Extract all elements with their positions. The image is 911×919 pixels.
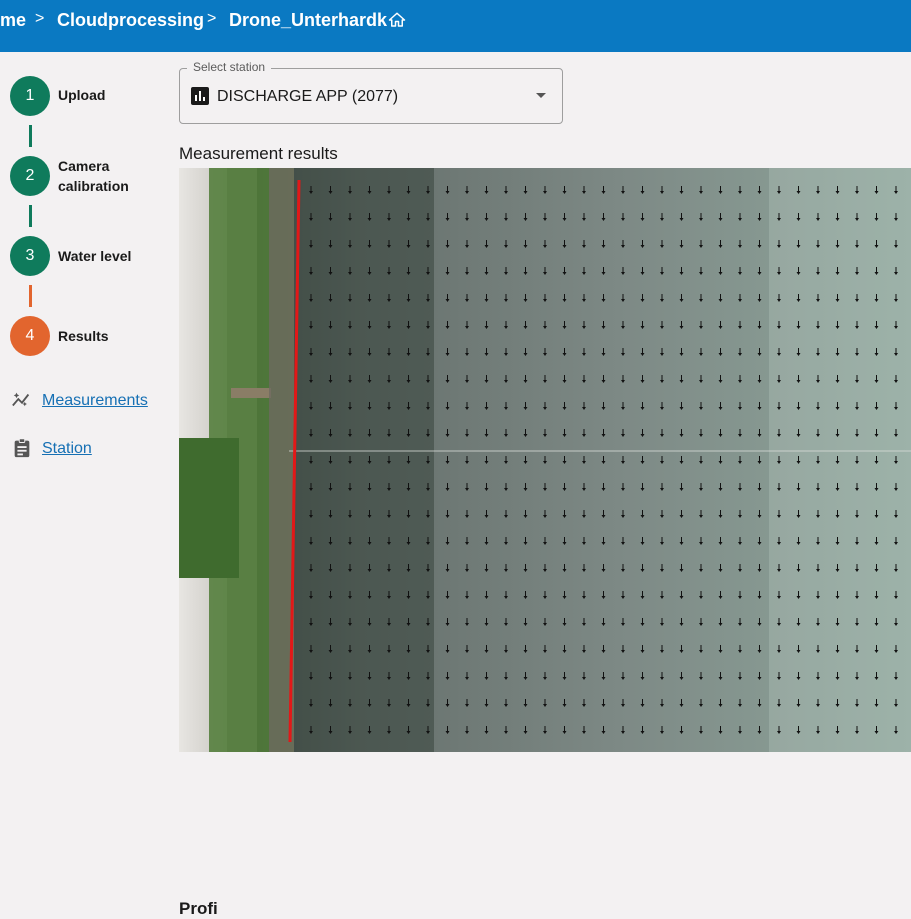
step-2-label: Camera calibration — [58, 158, 129, 194]
breadcrumb-item-home[interactable]: me — [0, 10, 26, 30]
measurement-results-title: Measurement results — [179, 144, 338, 163]
step-4-label: Results — [58, 328, 109, 344]
step-3-circle[interactable]: 3 — [10, 236, 50, 276]
chevron-down-icon[interactable] — [535, 92, 547, 100]
measurement-result-image[interactable] — [179, 168, 911, 752]
bar-chart-icon — [191, 87, 209, 105]
station-link[interactable]: Station — [42, 439, 92, 459]
step-4-circle[interactable]: 4 — [10, 316, 50, 356]
station-select-value: DISCHARGE APP (2077) — [217, 88, 399, 105]
measurements-link[interactable]: Measurements — [42, 391, 148, 411]
top-app-bar: me > Cloudprocessing > Drone_Unterhardk — [0, 0, 911, 52]
breadcrumb-separator: > — [207, 10, 217, 27]
home-icon[interactable] — [388, 11, 406, 29]
breadcrumb-item-project: Drone_Unterhardk — [229, 10, 388, 30]
auto-graph-icon — [12, 392, 30, 407]
step-connector — [29, 125, 32, 147]
step-2-circle[interactable]: 2 — [10, 156, 50, 196]
step-1-circle[interactable]: 1 — [10, 76, 50, 116]
station-select-label: Select station — [187, 60, 272, 74]
step-connector — [29, 285, 32, 307]
step-3-label: Water level — [58, 248, 132, 264]
breadcrumb-separator: > — [35, 10, 45, 27]
breadcrumb-item-cloudprocessing[interactable]: Cloudprocessing — [57, 10, 204, 30]
step-1-label: Upload — [58, 87, 106, 103]
profile-heading: Profi — [179, 899, 218, 918]
step-connector — [29, 205, 32, 227]
clipboard-icon — [14, 438, 30, 458]
